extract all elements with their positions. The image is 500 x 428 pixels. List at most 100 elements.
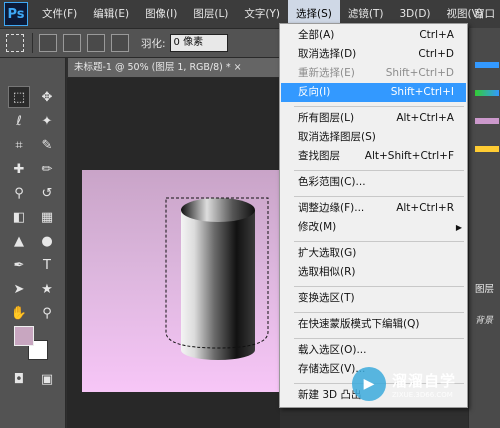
menu-item-label: 载入选区(O)...	[298, 344, 367, 356]
marquee-preset-icon[interactable]	[6, 34, 24, 52]
history-brush-tool-icon[interactable]: ↺	[36, 182, 58, 204]
menu-item-shortcut: Alt+Shift+Ctrl+F	[364, 150, 454, 162]
menu-item-label: 所有图层(L)	[298, 112, 355, 124]
gradient-tool-icon[interactable]: ▦	[36, 206, 58, 228]
document-tab[interactable]: 未标题-1 @ 50% (图层 1, RGB/8) * ×	[68, 58, 280, 78]
menu-file[interactable]: 文件(F)	[34, 0, 85, 28]
layers-panel-tab[interactable]: 图层	[475, 283, 500, 297]
cylinder-bottom	[181, 340, 255, 360]
magic-wand-tool-icon[interactable]: ✦	[36, 110, 58, 132]
new-selection-icon[interactable]	[39, 34, 57, 52]
menu-item-label: 修改(M)	[298, 221, 337, 233]
shape-tool-icon[interactable]: ★	[36, 278, 58, 300]
watermark-title: 溜溜自学	[392, 371, 457, 390]
background-layer-label[interactable]: 背景	[475, 314, 500, 328]
menu-separator	[294, 170, 464, 171]
crop-tool-icon[interactable]: ⌗	[8, 134, 30, 156]
play-icon: ▶	[352, 367, 386, 401]
menu-image[interactable]: 图像(I)	[137, 0, 185, 28]
menu-item-label: 变换选区(T)	[298, 292, 355, 304]
foreground-color-swatch[interactable]	[14, 326, 34, 346]
menu-item-shortcut: Alt+Ctrl+R	[396, 202, 454, 214]
swatch-strip-gradient	[475, 90, 499, 96]
menu-item-label: 取消选择(D)	[298, 48, 357, 60]
healing-brush-tool-icon[interactable]: ✚	[8, 158, 30, 180]
dodge-tool-icon[interactable]: ●	[36, 230, 58, 252]
menu-item-shortcut: Alt+Ctrl+A	[396, 112, 454, 124]
watermark: ▶ 溜溜自学 ZIXUE.3D66.COM	[352, 360, 477, 408]
clone-stamp-tool-icon[interactable]: ⚲	[8, 182, 30, 204]
lasso-tool-icon[interactable]: ℓ	[8, 110, 30, 132]
menu-item-shortcut: Ctrl+A	[419, 29, 454, 41]
swatch-strip-pink	[475, 118, 499, 124]
move-tool-icon[interactable]: ✥	[36, 86, 58, 108]
menu-separator	[294, 286, 464, 287]
cylinder-body	[181, 210, 255, 350]
hand-tool-icon[interactable]: ✋	[8, 302, 30, 324]
rectangular-marquee-tool-icon[interactable]: ⬚	[8, 86, 30, 108]
menu-item-label: 选取相似(R)	[298, 266, 356, 278]
submenu-arrow-icon: ▶	[455, 223, 462, 232]
menu-separator	[294, 241, 464, 242]
menu-item-deselect[interactable]: 取消选择(D) Ctrl+D	[281, 45, 466, 64]
menu-separator	[294, 312, 464, 313]
add-to-selection-icon[interactable]	[63, 34, 81, 52]
menu-item-label: 反向(I)	[298, 86, 331, 98]
menu-item-label: 色彩范围(C)...	[298, 176, 366, 188]
blur-tool-icon[interactable]: ▲	[8, 230, 30, 252]
menu-item-shortcut: Ctrl+D	[418, 48, 454, 60]
canvas[interactable]	[82, 170, 280, 392]
menu-separator	[294, 106, 464, 107]
menu-item-label: 调整边缘(F)...	[298, 202, 365, 214]
menu-separator	[294, 196, 464, 197]
menu-item-quick-mask[interactable]: 在快速蒙版模式下编辑(Q)	[281, 315, 466, 334]
menu-item-label: 取消选择图层(S)	[298, 131, 376, 143]
menu-item-select-all[interactable]: 全部(A) Ctrl+A	[281, 26, 466, 45]
menu-item-inverse[interactable]: 反向(I) Shift+Ctrl+I	[281, 83, 466, 102]
menu-item-find-layers[interactable]: 查找图层 Alt+Shift+Ctrl+F	[281, 147, 466, 166]
menu-item-refine-edge[interactable]: 调整边缘(F)... Alt+Ctrl+R	[281, 199, 466, 218]
menu-item-reselect[interactable]: 重新选择(E) Shift+Ctrl+D	[281, 64, 466, 83]
menu-item-similar[interactable]: 选取相似(R)	[281, 263, 466, 282]
toolbox: ⬚ ✥ ℓ ✦ ⌗ ✎ ✚ ✏ ⚲ ↺ ◧ ▦ ▲ ● ✒ T ➤ ★ ✋ ⚲ …	[0, 58, 66, 428]
menu-item-shortcut: Shift+Ctrl+D	[385, 67, 454, 79]
swatch-strip-blue	[475, 62, 499, 68]
feather-label: 羽化:	[141, 37, 166, 50]
menu-separator	[294, 338, 464, 339]
menu-item-load-selection[interactable]: 载入选区(O)...	[281, 341, 466, 360]
menu-item-label: 扩大选取(G)	[298, 247, 357, 259]
menu-item-label: 在快速蒙版模式下编辑(Q)	[298, 318, 420, 330]
menu-item-grow[interactable]: 扩大选取(G)	[281, 244, 466, 263]
menu-layer[interactable]: 图层(L)	[185, 0, 236, 28]
menu-item-color-range[interactable]: 色彩范围(C)...	[281, 173, 466, 192]
menu-edit[interactable]: 编辑(E)	[85, 0, 137, 28]
cylinder-top	[181, 198, 255, 222]
menu-item-shortcut: Shift+Ctrl+I	[390, 86, 454, 98]
zoom-tool-icon[interactable]: ⚲	[36, 302, 58, 324]
pen-tool-icon[interactable]: ✒	[8, 254, 30, 276]
quick-mask-icon[interactable]: ◘	[8, 368, 30, 390]
path-selection-tool-icon[interactable]: ➤	[8, 278, 30, 300]
photoshop-logo: Ps	[4, 2, 28, 26]
menu-item-all-layers[interactable]: 所有图层(L) Alt+Ctrl+A	[281, 109, 466, 128]
feather-input[interactable]: 0 像素	[169, 34, 228, 52]
eraser-tool-icon[interactable]: ◧	[8, 206, 30, 228]
menu-item-transform-selection[interactable]: 变换选区(T)	[281, 289, 466, 308]
options-divider	[32, 33, 33, 53]
menu-item-label: 重新选择(E)	[298, 67, 355, 79]
menu-item-modify[interactable]: 修改(M) ▶	[281, 218, 466, 237]
subtract-selection-icon[interactable]	[87, 34, 105, 52]
eyedropper-tool-icon[interactable]: ✎	[36, 134, 58, 156]
menu-item-deselect-layers[interactable]: 取消选择图层(S)	[281, 128, 466, 147]
menu-item-label: 全部(A)	[298, 29, 335, 41]
layers-list-area	[471, 260, 500, 274]
screen-mode-icon[interactable]: ▣	[36, 368, 58, 390]
watermark-url: ZIXUE.3D66.COM	[392, 390, 453, 399]
menu-window[interactable]: 窗口	[474, 0, 500, 28]
intersect-selection-icon[interactable]	[111, 34, 129, 52]
cylinder-artwork	[165, 197, 269, 360]
menu-item-label: 查找图层	[298, 150, 340, 162]
type-tool-icon[interactable]: T	[36, 254, 58, 276]
brush-tool-icon[interactable]: ✏	[36, 158, 58, 180]
swatch-strip-yellow	[475, 146, 499, 152]
